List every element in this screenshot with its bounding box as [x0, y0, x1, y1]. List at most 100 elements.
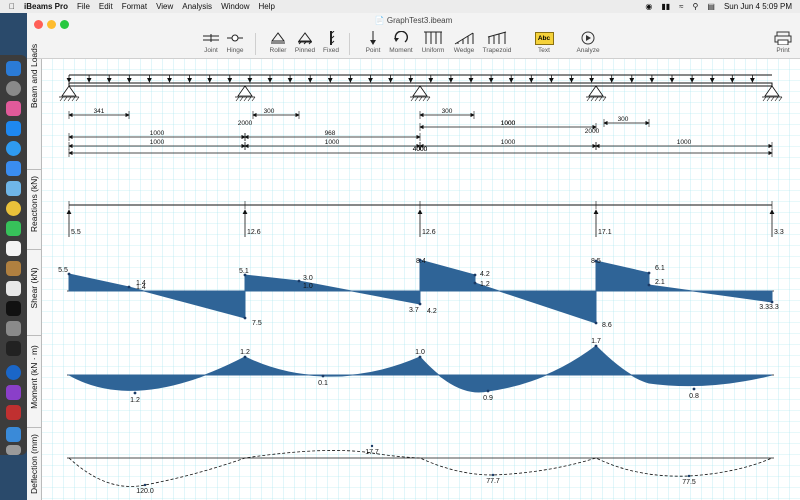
terminal-icon[interactable] — [6, 341, 21, 356]
shear-value: 5.5 — [58, 267, 68, 274]
shear-value: 4.2 — [427, 308, 437, 315]
menu-file[interactable]: File — [77, 2, 90, 11]
shear-value: 4.2 — [480, 271, 490, 278]
deflection-point — [687, 474, 691, 478]
moment-point — [243, 355, 247, 359]
deflection-point — [143, 483, 147, 487]
shear-point — [127, 285, 131, 289]
trash-icon[interactable] — [6, 445, 21, 455]
deflection-value: 77.5 — [682, 479, 696, 486]
control-center-icon[interactable]: ▤ — [707, 2, 715, 11]
menu-analysis[interactable]: Analysis — [182, 2, 212, 11]
wifi-icon[interactable]: ≈ — [679, 2, 683, 11]
shear-value: 8.5 — [591, 258, 601, 265]
launchpad-icon[interactable] — [6, 81, 21, 96]
reaction-value: 17.1 — [598, 229, 612, 236]
password-manager-icon[interactable]: ◉ — [645, 2, 652, 11]
shear-value: 1.0 — [303, 283, 313, 290]
finder-icon[interactable] — [6, 61, 21, 76]
menu-app-name[interactable]: iBeams Pro — [24, 2, 68, 11]
shear-point — [418, 302, 422, 306]
calendar-icon[interactable] — [6, 241, 21, 256]
shear-point — [243, 316, 247, 320]
reaction-value: 3.3 — [774, 229, 784, 236]
shear-value: 1.2 — [480, 281, 490, 288]
dimension-label: 1000 — [150, 139, 165, 146]
menu-edit[interactable]: Edit — [99, 2, 113, 11]
moment-point — [418, 355, 422, 359]
dimension-label: 1000 — [677, 139, 692, 146]
dock — [0, 55, 27, 455]
apps-grid-icon[interactable] — [6, 101, 21, 116]
shear-value: 3.7 — [409, 307, 419, 314]
deflection-point — [370, 444, 374, 448]
deflection-point — [491, 473, 495, 477]
dimension-label: 1000 — [501, 139, 516, 146]
office-icon[interactable] — [6, 385, 21, 400]
notes-icon[interactable] — [6, 261, 21, 276]
apple-tv-icon[interactable] — [6, 301, 21, 316]
dimension-label: 1000 — [501, 120, 516, 127]
dimension-label: 1000 — [150, 130, 165, 137]
dimension-total-label: 4000 — [413, 146, 428, 153]
downloads-icon[interactable] — [6, 427, 21, 442]
menu-help[interactable]: Help — [259, 2, 275, 11]
menu-window[interactable]: Window — [221, 2, 249, 11]
reaction-value: 12.6 — [247, 229, 261, 236]
facetime-icon[interactable] — [6, 221, 21, 236]
shear-value: 3.0 — [303, 275, 313, 282]
spotlight-search-icon[interactable]: ⚲ — [693, 2, 699, 11]
deflection-value: 120.0 — [136, 488, 154, 495]
reminders-icon[interactable] — [6, 281, 21, 296]
shear-point — [297, 279, 301, 283]
onepassword-icon[interactable] — [6, 365, 21, 380]
photos-icon[interactable] — [6, 201, 21, 216]
ibeams-icon[interactable] — [6, 405, 21, 420]
shear-value: 8.6 — [602, 322, 612, 329]
shear-value: 8.4 — [416, 258, 426, 265]
app-window: 📄 GraphTest3.ibeam Joint Hinge Roller Pi… — [27, 13, 800, 500]
moment-point — [321, 374, 325, 378]
moment-value: 1.2 — [130, 397, 140, 404]
reaction-value: 12.6 — [422, 229, 436, 236]
dimension-label: 300 — [264, 108, 275, 115]
moment-point — [486, 389, 490, 393]
moment-point — [133, 391, 137, 395]
deflection-value: 77.7 — [486, 478, 500, 485]
battery-icon[interactable]: ▮▮ — [661, 2, 670, 11]
dimension-label: 341 — [94, 108, 105, 115]
shear-point — [770, 300, 774, 304]
menu-bar:  iBeams Pro File Edit Format View Analy… — [0, 0, 800, 13]
reaction-value: 5.5 — [71, 229, 81, 236]
dimension-label: 2000 — [238, 120, 253, 127]
moment-value: 1.2 — [240, 349, 250, 356]
settings-icon[interactable] — [6, 321, 21, 336]
moment-value: 1.0 — [415, 349, 425, 356]
shear-value: 6.1 — [655, 265, 665, 272]
menu-view[interactable]: View — [156, 2, 173, 11]
shear-point — [647, 271, 651, 275]
dimension-label: 300 — [618, 116, 629, 123]
menubar-clock[interactable]: Sun Jun 4 5:09 PM — [724, 2, 792, 11]
shear-value: 7.5 — [252, 320, 262, 327]
app-store-icon[interactable] — [6, 121, 21, 136]
shear-value: 1.4 — [136, 284, 146, 291]
menu-format[interactable]: Format — [122, 2, 147, 11]
deflection-value: 17.7 — [365, 449, 379, 456]
shear-point — [67, 272, 71, 276]
safari-icon[interactable] — [6, 141, 21, 156]
beam-analysis-canvas[interactable]: 341 300 300 300 2000 1000 2000 1000 968 1000 1000 1… — [27, 13, 800, 500]
mail-icon[interactable] — [6, 161, 21, 176]
maps-icon[interactable] — [6, 181, 21, 196]
dimension-label: 968 — [325, 130, 336, 137]
moment-value: 0.1 — [318, 380, 328, 387]
shear-value: 3.33.3 — [759, 304, 779, 311]
moment-value: 0.9 — [483, 395, 493, 402]
dimension-label: 2000 — [585, 128, 600, 135]
moment-value: 0.8 — [689, 393, 699, 400]
apple-menu-icon[interactable]:  — [9, 2, 15, 11]
moment-point — [594, 344, 598, 348]
shear-value: 5.1 — [239, 268, 249, 275]
shear-point — [594, 321, 598, 325]
dimension-label: 1000 — [325, 139, 340, 146]
